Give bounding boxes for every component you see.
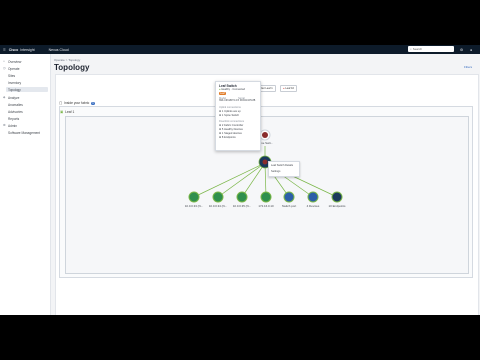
leaf-switch-popup: Leaf Switch ● Healthy · Connected Leaf M… — [215, 81, 261, 151]
sidebar-item-analyze[interactable]: ◈ Analyze — [3, 95, 49, 100]
node-label-6: 4 Devices — [306, 204, 320, 208]
operate-icon: ◷ — [3, 66, 6, 70]
org-selector[interactable]: Nexus Cloud — [49, 48, 69, 52]
node-7[interactable] — [331, 191, 343, 203]
downlink-text: 1 Staged devices — [221, 132, 242, 135]
downlink-item-4[interactable]: ⊞ 8 Endpoints — [219, 136, 236, 139]
sidebar-item-label: Overview — [8, 59, 22, 64]
sidebar: ⌂ Overview ◷ Operate Sites Inventory Topol… — [0, 54, 51, 315]
sidebar-item-label: Reports — [8, 116, 20, 121]
link-icon: ⊞ — [219, 124, 222, 127]
sidebar-item-label: Sites — [8, 73, 16, 78]
search-input[interactable]: ⌕ Search — [408, 46, 454, 52]
model-value: N9K-C93180YC-FX — [219, 100, 240, 102]
downlink-text: 5 Healthy Devices — [221, 128, 243, 131]
link-icon: ⊞ — [219, 136, 222, 139]
sidebar-item-label: Software Management — [8, 130, 41, 135]
downlink-text: 2 Fabric Controller — [221, 124, 244, 127]
main-content: Operate > Topology Topology Filters Filt… — [51, 54, 480, 315]
node-label-7: 10 Endpoints — [328, 204, 346, 208]
downlink-item-2[interactable]: ⊞ 5 Healthy Devices — [219, 128, 243, 131]
tooltip-details-item[interactable]: Leaf Switch Details — [271, 164, 293, 167]
search-placeholder: Search — [412, 47, 423, 51]
sidebar-item-inventory[interactable]: Inventory — [8, 80, 49, 85]
home-icon: ⌂ — [3, 59, 5, 63]
product-name: Intersight — [20, 47, 35, 52]
sidebar-item-label: Analyze — [8, 95, 20, 100]
sidebar-item-label: Advisories — [8, 109, 23, 114]
sidebar-item-advisories[interactable]: Advisories — [8, 109, 49, 114]
brand-logo: Cisco — [8, 47, 19, 52]
menu-icon[interactable]: ☰ — [3, 48, 6, 52]
leaf-nodes — [188, 191, 343, 203]
node-label-5: Switch port — [281, 204, 297, 208]
uplink-item-2[interactable]: ⊞ 1 Spine Switch — [219, 114, 239, 117]
sidebar-item-reports[interactable]: Reports — [8, 116, 49, 121]
leaf-tag: Leaf — [219, 92, 226, 95]
uplink-text: 1 Uplinks are up — [221, 110, 241, 113]
popup-values: N9K-C93180YC-FX FDO2134TL8B — [219, 100, 255, 102]
uplink-text: 1 Spine Switch — [221, 114, 240, 117]
popup-subtitle: ● Healthy · Connected — [219, 88, 245, 91]
node-label-1: 10.0.0.33 (N... — [184, 204, 204, 208]
analyze-icon: ◈ — [3, 95, 6, 99]
link-icon: ⊞ — [219, 114, 222, 117]
popup-tag: Leaf — [219, 92, 226, 95]
downlink-item-3[interactable]: ⊞ 1 Staged devices — [219, 132, 242, 135]
node-label-4: 172.16.0.10 — [258, 204, 274, 208]
downlink-1 — [193, 162, 266, 198]
sidebar-item-overview[interactable]: ⌂ Overview — [3, 59, 49, 64]
user-icon[interactable]: ● — [470, 48, 472, 52]
downlink-item-1[interactable]: ⊞ 2 Fabric Controller — [219, 124, 243, 127]
sidebar-item-operate[interactable]: ◷ Operate — [3, 66, 49, 71]
node-5[interactable] — [283, 191, 295, 203]
node-1[interactable] — [188, 191, 200, 203]
sidebar-item-label: Inventory — [8, 80, 22, 85]
node-6[interactable] — [307, 191, 319, 203]
uplink-section-title: Uplink connections — [219, 106, 241, 109]
app-window: ☰ Cisco Intersight Nexus Cloud ⌕ Search … — [0, 45, 480, 315]
top-bar: ☰ Cisco Intersight Nexus Cloud ⌕ Search … — [0, 45, 480, 54]
leaf-tooltip-menu: Leaf Switch Details Settings — [268, 161, 300, 177]
popup-status: Healthy · Connected — [221, 88, 245, 91]
topology-graph — [188, 129, 343, 203]
uplink-item-1[interactable]: ⊞ 1 Uplinks are up — [219, 110, 241, 113]
link-icon: ⊞ — [219, 110, 222, 113]
sidebar-item-sites[interactable]: Sites — [8, 73, 49, 78]
node-4[interactable] — [260, 191, 272, 203]
tooltip-settings-item[interactable]: Settings — [271, 170, 280, 173]
node-2[interactable] — [212, 191, 224, 203]
node-label-2: 10.0.0.34 (N... — [208, 204, 228, 208]
node-label-3: 10.0.0.35 (N... — [232, 204, 252, 208]
sidebar-item-label: Anomalies — [8, 102, 23, 107]
sidebar-item-label: Admin — [8, 123, 18, 128]
link-icon: ⊞ — [219, 128, 222, 131]
spine-node-icon — [262, 132, 268, 138]
downlink-section-title: Downlink connections — [219, 120, 245, 123]
link-icon: ⊞ — [219, 132, 222, 135]
downlink-text: 8 Endpoints — [221, 136, 236, 139]
downlink-3 — [241, 162, 266, 198]
sidebar-item-label: Topology — [8, 87, 21, 92]
serial-value: FDO2134TL8B — [239, 100, 256, 102]
sidebar-item-anomalies[interactable]: Anomalies — [8, 102, 49, 107]
sidebar-item-topology[interactable]: Topology — [6, 87, 48, 92]
admin-icon: ⚙ — [3, 123, 6, 127]
sidebar-item-admin[interactable]: ⚙ Admin — [3, 123, 49, 128]
node-3[interactable] — [236, 191, 248, 203]
links — [193, 146, 338, 198]
search-icon: ⌕ — [410, 47, 412, 51]
gear-icon[interactable]: ⚙ — [460, 48, 463, 52]
leaf-node-icon — [262, 159, 268, 165]
sidebar-item-label: Operate — [8, 66, 20, 71]
sidebar-item-software-management[interactable]: Software Management — [8, 130, 49, 135]
